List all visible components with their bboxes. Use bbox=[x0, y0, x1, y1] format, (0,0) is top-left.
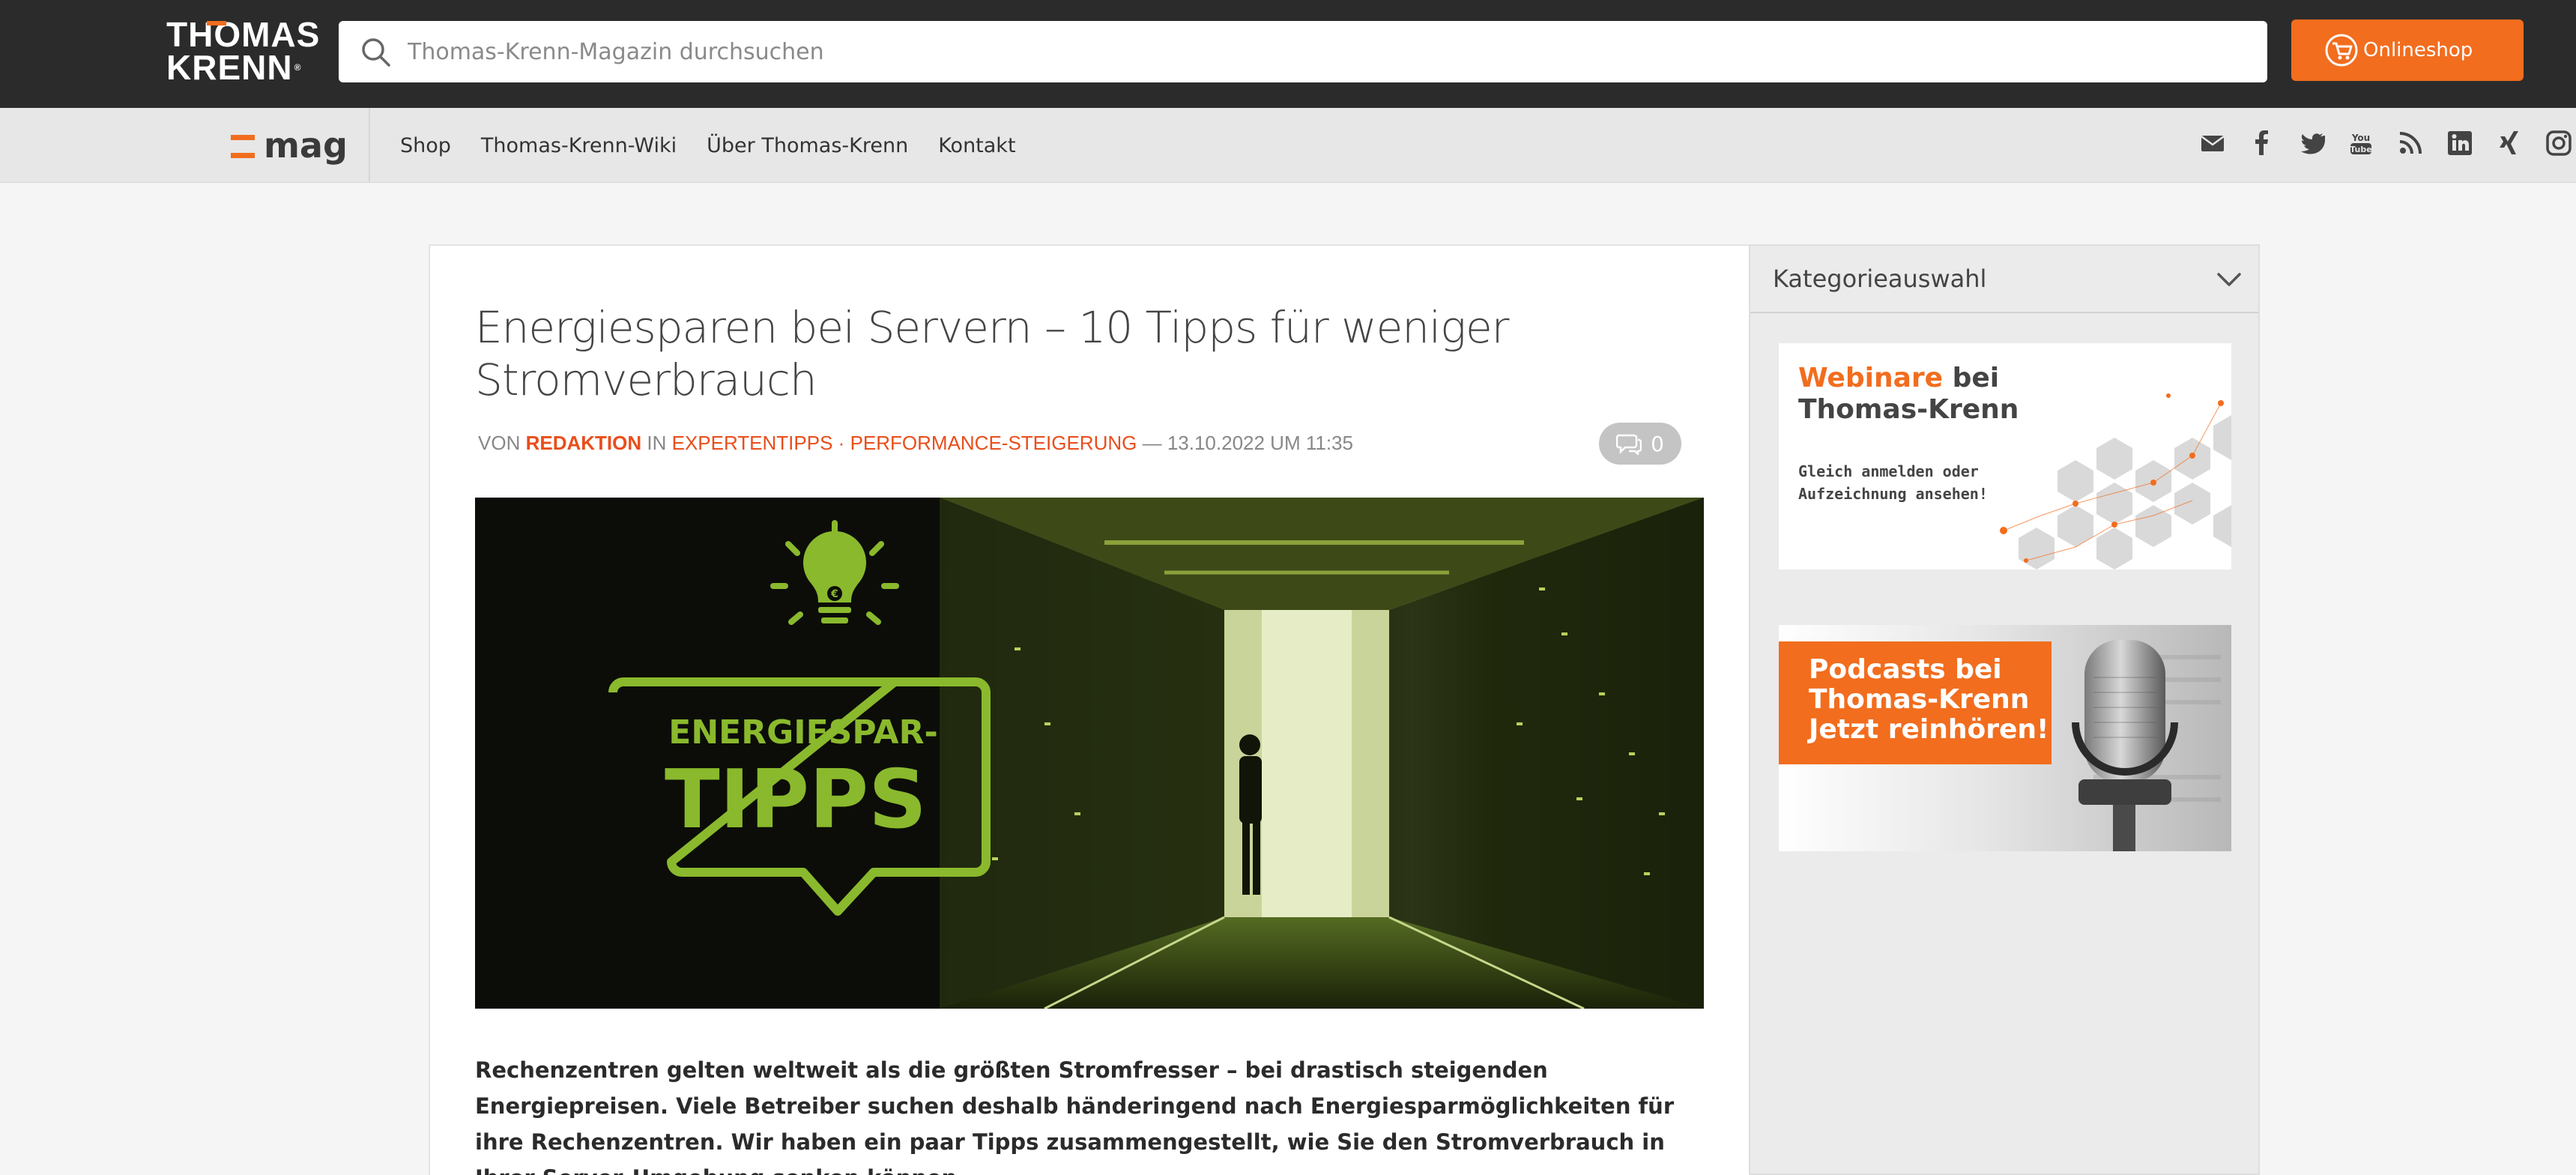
top-bar: THOMAS KRENN® Onlineshop bbox=[0, 0, 2576, 108]
svg-text:You: You bbox=[2351, 133, 2370, 143]
meta-by-label: VON bbox=[478, 432, 521, 454]
svg-text:Tube: Tube bbox=[2350, 145, 2371, 154]
webinar-banner-title: Webinare bei Thomas-Krenn bbox=[1798, 363, 2019, 426]
category-dropdown-label: Kategorieauswahl bbox=[1773, 265, 1987, 293]
podcast-banner-text: Podcasts bei Thomas-Krenn Jetzt reinhöre… bbox=[1779, 641, 2052, 764]
webinar-title-accent: Webinare bbox=[1798, 363, 1944, 393]
logo-line-1: THOMAS bbox=[166, 15, 321, 54]
mag-logo[interactable]: mag bbox=[231, 123, 348, 168]
podcast-line-1: Podcasts bei bbox=[1809, 654, 2002, 685]
search-input[interactable] bbox=[408, 21, 2236, 82]
webinar-banner[interactable]: Webinare bei Thomas-Krenn Gleich anmelde… bbox=[1779, 343, 2231, 570]
category-dropdown[interactable]: Kategorieauswahl bbox=[1750, 246, 2258, 313]
author-link[interactable]: REDAKTION bbox=[526, 432, 642, 454]
category-link-expertentipps[interactable]: EXPERTENTIPPS bbox=[672, 432, 833, 454]
registered-mark: ® bbox=[294, 62, 302, 73]
podcast-banner[interactable]: Podcasts bei Thomas-Krenn Jetzt reinhöre… bbox=[1779, 625, 2231, 851]
twitter-icon[interactable] bbox=[2294, 126, 2329, 160]
svg-text:€: € bbox=[830, 588, 838, 600]
onlineshop-label: Onlineshop bbox=[2363, 39, 2473, 61]
podcast-line-2: Thomas-Krenn bbox=[1809, 684, 2030, 715]
onlineshop-button[interactable]: Onlineshop bbox=[2291, 19, 2524, 81]
nav-bar: mag Shop Thomas-Krenn-Wiki Über Thomas-K… bbox=[0, 108, 2576, 183]
mag-logo-text: mag bbox=[264, 125, 348, 166]
hero-text-line-1: ENERGIESPAR- bbox=[668, 713, 937, 752]
sidebar: Kategorieauswahl Webinare bei Thomas-Kre… bbox=[1749, 244, 2260, 1175]
comment-count: 0 bbox=[1651, 431, 1664, 456]
category-separator: · bbox=[838, 432, 845, 454]
webinar-title-rest: bei bbox=[1943, 363, 2000, 393]
logo-accent-dash bbox=[207, 21, 226, 25]
nav-link-contact[interactable]: Kontakt bbox=[938, 134, 1015, 157]
nav-divider bbox=[369, 108, 370, 183]
instagram-icon[interactable] bbox=[2542, 126, 2576, 160]
social-links: You Tube bbox=[2195, 126, 2576, 160]
rss-icon[interactable] bbox=[2393, 126, 2428, 160]
linkedin-icon[interactable] bbox=[2443, 126, 2477, 160]
podcast-line-3: Jetzt reinhören! bbox=[1809, 714, 2049, 745]
search-bar[interactable] bbox=[339, 21, 2267, 82]
xing-icon[interactable] bbox=[2492, 126, 2527, 160]
article-lead: Rechenzentren gelten weltweit als die gr… bbox=[475, 1057, 1675, 1175]
logo-line-2: KRENN ® bbox=[166, 50, 324, 85]
comment-count-badge[interactable]: 0 bbox=[1599, 423, 1681, 465]
webinar-banner-subtitle: Gleich anmelden oder Aufzeichnung ansehe… bbox=[1798, 462, 1988, 503]
hero-image[interactable]: € ENERGIESPAR- TIPPS bbox=[475, 498, 1704, 1009]
thomas-krenn-logo[interactable]: THOMAS KRENN ® bbox=[166, 15, 324, 88]
article-date: — 13.10.2022 UM 11:35 bbox=[1142, 432, 1353, 454]
category-link-performance[interactable]: PERFORMANCE-STEIGERUNG bbox=[850, 432, 1137, 454]
comment-icon bbox=[1616, 434, 1642, 455]
webinar-title-line-2: Thomas-Krenn bbox=[1798, 394, 2019, 425]
nav-link-shop[interactable]: Shop bbox=[400, 134, 451, 157]
mail-icon[interactable] bbox=[2195, 126, 2230, 160]
mag-logo-mark bbox=[231, 130, 255, 160]
search-icon bbox=[362, 38, 390, 67]
hero-illustration: € ENERGIESPAR- TIPPS bbox=[475, 498, 1704, 1009]
meta-in-label: IN bbox=[647, 432, 667, 454]
facebook-icon[interactable] bbox=[2245, 126, 2279, 160]
article-card: Energiesparen bei Servern – 10 Tipps für… bbox=[429, 244, 1749, 1175]
nav-link-wiki[interactable]: Thomas-Krenn-Wiki bbox=[481, 134, 677, 157]
main-nav: Shop Thomas-Krenn-Wiki Über Thomas-Krenn… bbox=[400, 108, 1046, 183]
youtube-icon[interactable]: You Tube bbox=[2344, 126, 2378, 160]
hero-text-line-2: TIPPS bbox=[665, 753, 927, 847]
nav-link-about[interactable]: Über Thomas-Krenn bbox=[707, 134, 908, 157]
article-meta: VON REDAKTION IN EXPERTENTIPPS · PERFORM… bbox=[478, 432, 1353, 455]
article-title[interactable]: Energiesparen bei Servern – 10 Tipps für… bbox=[475, 301, 1599, 406]
chevron-down-icon bbox=[2217, 273, 2241, 286]
shopping-cart-icon bbox=[2325, 34, 2358, 67]
